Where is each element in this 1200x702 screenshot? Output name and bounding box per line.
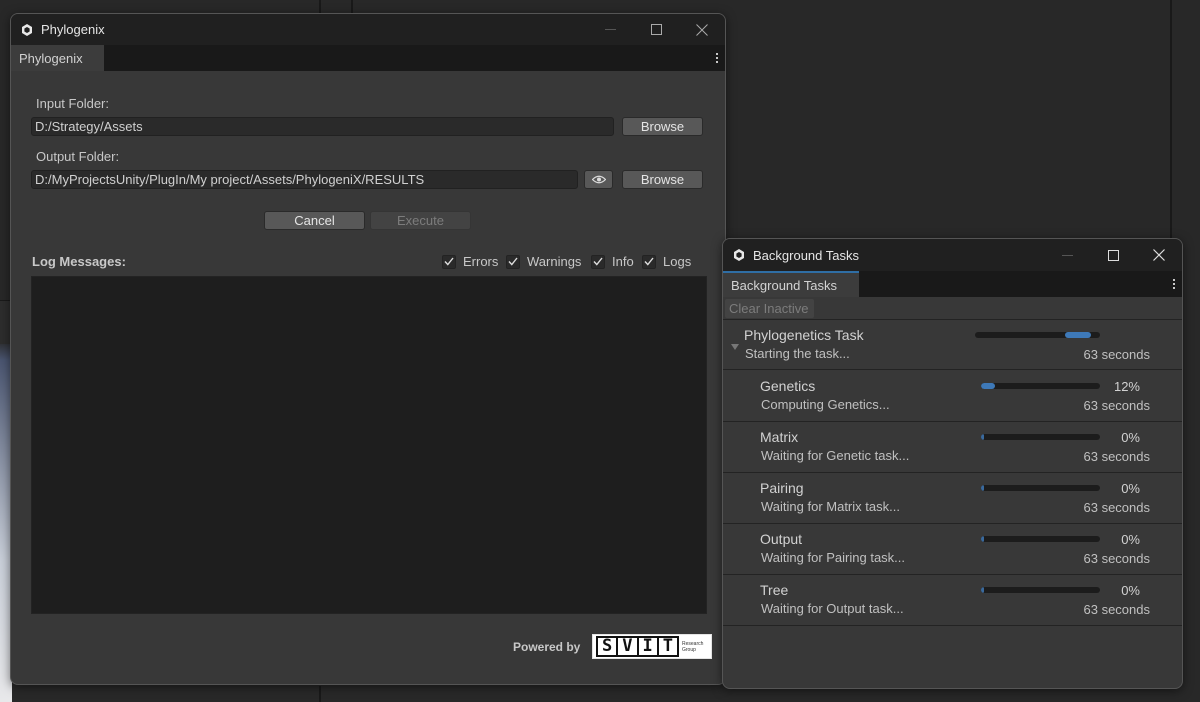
unity-logo-icon — [22, 23, 32, 36]
reveal-output-button[interactable] — [584, 170, 613, 189]
task-progress-bar — [981, 434, 1100, 440]
tasks-tabbar: Background Tasks — [723, 271, 1182, 297]
task-progress-fill — [981, 434, 984, 440]
task-percent: 0% — [1121, 430, 1140, 445]
checkmark-icon — [642, 254, 656, 269]
task-progress-fill — [981, 536, 984, 542]
task-status: Waiting for Output task... — [761, 601, 904, 616]
minimize-icon — [604, 29, 616, 30]
task-progress-bar — [981, 536, 1100, 542]
input-folder-field[interactable]: D:/Strategy/Assets — [31, 117, 614, 136]
task-name: Pairing — [760, 480, 804, 496]
task-time: 63 seconds — [1083, 602, 1151, 617]
task-time: 63 seconds — [1083, 398, 1151, 413]
unity-logo-icon — [734, 249, 744, 261]
checkmark-icon — [442, 254, 456, 269]
task-progress-bar — [981, 383, 1100, 389]
task-row[interactable]: Pairing Waiting for Matrix task... 0% 63… — [723, 473, 1182, 524]
task-progress-bar — [981, 485, 1100, 491]
task-status: Waiting for Pairing task... — [761, 550, 906, 565]
task-status: Starting the task... — [745, 346, 850, 361]
task-time: 63 seconds — [1083, 551, 1151, 566]
desktop-divider — [319, 686, 321, 702]
input-folder-label: Input Folder: — [36, 96, 109, 111]
task-name: Genetics — [760, 378, 816, 394]
task-row[interactable]: Output Waiting for Pairing task... 0% 63… — [723, 524, 1182, 575]
eye-icon — [591, 175, 606, 184]
output-folder-label: Output Folder: — [36, 149, 120, 164]
task-progress-fill — [981, 485, 984, 491]
task-progress-fill — [981, 383, 995, 389]
desktop-divider — [1170, 0, 1172, 240]
close-button[interactable] — [679, 14, 725, 45]
output-folder-field[interactable]: D:/MyProjectsUnity/PlugIn/My project/Ass… — [31, 170, 578, 189]
close-icon — [1153, 249, 1165, 261]
checkmark-icon — [591, 254, 605, 269]
cancel-button[interactable]: Cancel — [264, 211, 365, 230]
filter-warnings-toggle[interactable]: Warnings — [506, 254, 581, 269]
task-time: 63 seconds — [1083, 449, 1151, 464]
kebab-menu-icon[interactable] — [1173, 271, 1175, 297]
task-status: Computing Genetics... — [761, 397, 890, 412]
filter-label: Info — [612, 254, 634, 269]
task-name: Matrix — [760, 429, 799, 445]
task-row[interactable]: Tree Waiting for Output task... 0% 63 se… — [723, 575, 1182, 626]
task-progress-indeterminate — [1065, 332, 1091, 338]
task-name: Output — [760, 531, 803, 547]
filter-info-toggle[interactable]: Info — [591, 254, 634, 269]
maximize-icon — [1107, 249, 1119, 261]
maximize-icon — [650, 24, 662, 35]
execute-button: Execute — [370, 211, 471, 230]
task-percent: 0% — [1121, 583, 1140, 598]
tab-background-tasks[interactable]: Background Tasks — [723, 271, 859, 297]
filter-errors-toggle[interactable]: Errors — [442, 254, 498, 269]
input-browse-button[interactable]: Browse — [622, 117, 703, 136]
task-status: Waiting for Matrix task... — [761, 499, 900, 514]
log-messages-panel[interactable] — [31, 276, 707, 614]
task-progress-bar — [981, 587, 1100, 593]
checkmark-icon — [506, 254, 520, 269]
task-time: 63 seconds — [1083, 500, 1151, 515]
tasks-titlebar[interactable]: Background Tasks — [723, 239, 1182, 271]
close-button[interactable] — [1136, 239, 1182, 271]
phylogenix-tabbar: Phylogenix — [11, 45, 725, 71]
task-name: Phylogenetics Task — [744, 327, 864, 343]
window-title: Phylogenix — [41, 22, 105, 37]
foldout-arrow-icon[interactable] — [731, 344, 739, 350]
svit-logo: SVIT Research Group — [592, 634, 712, 659]
task-percent: 12% — [1113, 379, 1140, 394]
task-row-parent[interactable]: Phylogenetics Task Starting the task... … — [723, 319, 1182, 370]
task-name: Tree — [760, 582, 789, 598]
task-row[interactable]: Matrix Waiting for Genetic task... 0% 63… — [723, 422, 1182, 473]
desktop-divider — [351, 0, 353, 14]
filter-logs-toggle[interactable]: Logs — [642, 254, 691, 269]
minimize-button[interactable] — [587, 14, 633, 45]
tab-phylogenix[interactable]: Phylogenix — [11, 45, 104, 71]
desktop-divider — [319, 0, 321, 14]
maximize-button[interactable] — [633, 14, 679, 45]
kebab-menu-icon[interactable] — [716, 45, 718, 71]
phylogenix-window: Phylogenix Phylogenix Input Folder: D:/S… — [10, 13, 726, 685]
clear-inactive-button: Clear Inactive — [725, 299, 814, 318]
task-percent: 0% — [1121, 532, 1140, 547]
task-time: 63 seconds — [1083, 347, 1151, 362]
minimize-icon — [1061, 254, 1073, 256]
filter-label: Errors — [463, 254, 499, 269]
output-browse-button[interactable]: Browse — [622, 170, 703, 189]
background-tasks-window: Background Tasks Background Tasks Clear … — [722, 238, 1183, 689]
close-icon — [696, 23, 708, 36]
minimize-button[interactable] — [1044, 239, 1090, 271]
task-progress-fill — [981, 587, 984, 593]
filter-label: Logs — [663, 254, 692, 269]
window-title: Background Tasks — [753, 247, 859, 263]
task-status: Waiting for Genetic task... — [761, 448, 910, 463]
filter-label: Warnings — [527, 254, 582, 269]
maximize-button[interactable] — [1090, 239, 1136, 271]
task-progress-bar — [975, 332, 1100, 338]
log-messages-label: Log Messages: — [32, 254, 126, 269]
task-percent: 0% — [1121, 481, 1140, 496]
powered-by-label: Powered by — [513, 640, 581, 654]
task-row[interactable]: Genetics Computing Genetics... 12% 63 se… — [723, 371, 1182, 422]
phylogenix-titlebar[interactable]: Phylogenix — [11, 14, 725, 45]
